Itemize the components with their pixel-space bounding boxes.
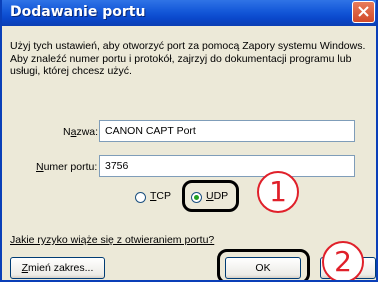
tcp-radio-circle[interactable] (135, 192, 146, 203)
ok-button[interactable]: OK (225, 257, 301, 279)
dialog-title: Dodawanie portu (10, 4, 146, 20)
radio-selected-dot (194, 195, 199, 200)
callout-2: 2 (322, 241, 364, 280)
close-button[interactable] (352, 1, 375, 23)
udp-radio-label[interactable]: UDP (206, 190, 228, 202)
name-field[interactable]: CANON CAPT Port (99, 120, 355, 142)
tcp-radio-label[interactable]: TCP (150, 190, 171, 202)
udp-radio-circle[interactable] (191, 192, 202, 203)
port-number-label: Numer portu: (36, 161, 98, 173)
close-icon (358, 6, 369, 17)
description-text: Użyj tych ustawień, aby otworzyć port za… (10, 40, 366, 77)
callout-1: 1 (257, 171, 299, 213)
add-port-dialog: Dodawanie portu Użyj tych ustawień, aby … (0, 0, 378, 282)
change-scope-button[interactable]: Zmień zakres... (10, 257, 105, 279)
risk-link[interactable]: Jakie ryzyko wiąże się z otwieraniem por… (10, 234, 214, 246)
name-label: Nazwa: (63, 126, 99, 138)
title-bar[interactable]: Dodawanie portu (2, 0, 376, 26)
port-number-field[interactable]: 3756 (99, 155, 355, 177)
